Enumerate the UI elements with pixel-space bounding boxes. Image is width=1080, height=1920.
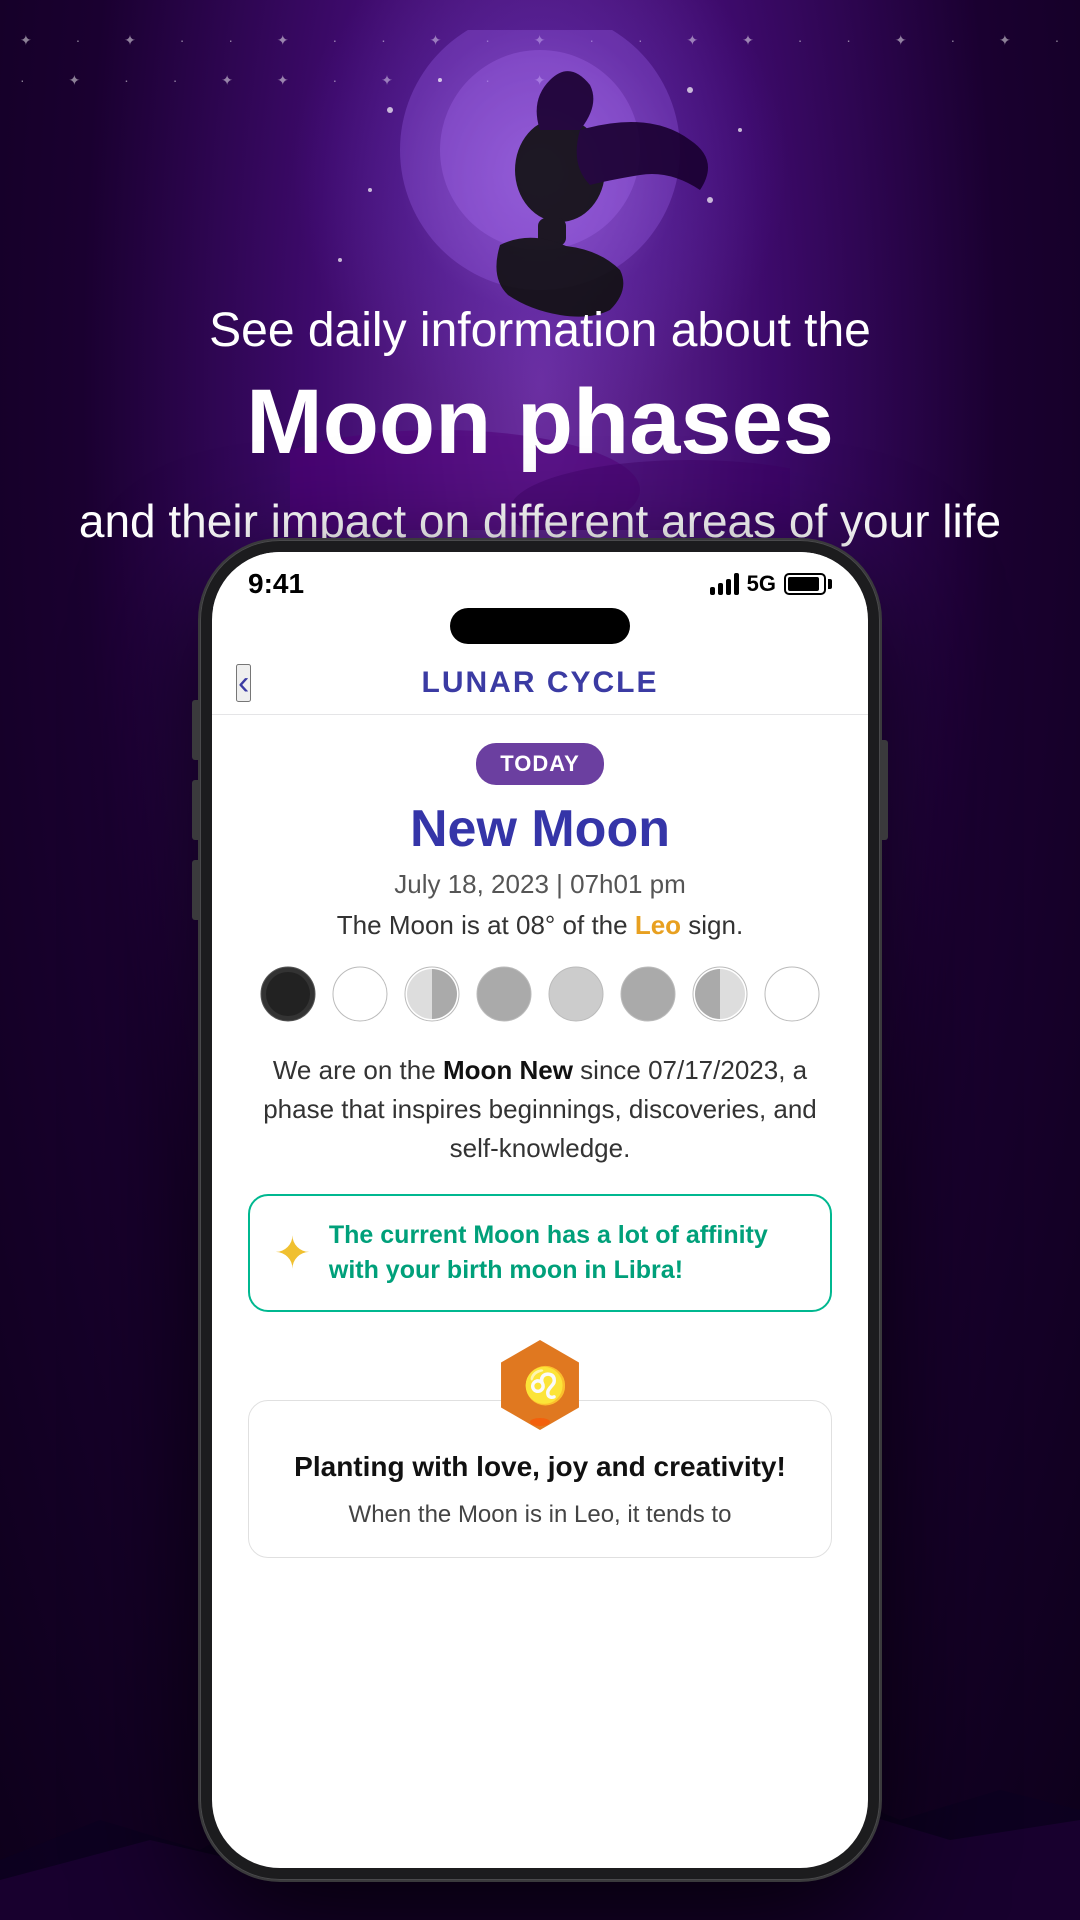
moon-sign-after: sign. <box>681 910 743 940</box>
affinity-text: The current Moon has a lot of affinity w… <box>329 1218 806 1288</box>
moon-icon-new <box>259 965 317 1023</box>
leo-symbol-svg: ♌ <box>515 1360 565 1410</box>
battery-fill <box>788 577 819 591</box>
battery-indicator <box>784 573 832 595</box>
moon-date: July 18, 2023 | 07h01 pm <box>248 869 832 900</box>
sparkle-icon: ✦ <box>274 1228 311 1279</box>
moon-sign-before: The Moon is at 08° of the <box>337 910 635 940</box>
moon-icon-waning-gibbous <box>619 965 677 1023</box>
signal-bar-3 <box>726 579 731 595</box>
status-time: 9:41 <box>248 568 304 600</box>
phone-screen: 9:41 5G <box>212 552 868 1868</box>
hero-title: Moon phases <box>60 372 1020 473</box>
bottom-card-title: Planting with love, joy and creativity! <box>277 1451 803 1483</box>
moon-icon-last-quarter <box>691 965 749 1023</box>
leo-badge-container: ♌ <box>248 1340 832 1430</box>
back-button[interactable]: ‹ <box>236 664 251 702</box>
leo-hexagon: ♌ <box>495 1340 585 1430</box>
battery-body <box>784 573 826 595</box>
moon-icon-waxing-gibbous <box>475 965 533 1023</box>
page-title: LUNAR CYCLE <box>422 666 659 700</box>
signal-bar-2 <box>718 583 723 595</box>
dynamic-island <box>450 608 630 644</box>
today-badge: TODAY <box>476 743 604 785</box>
phase-desc-bold: Moon New <box>443 1055 573 1085</box>
phase-desc-before: We are on the <box>273 1055 443 1085</box>
svg-text:♌: ♌ <box>523 1365 565 1406</box>
hero-subtitle: See daily information about the <box>60 300 1020 362</box>
signal-bar-4 <box>734 573 739 595</box>
moon-icon-waxing-crescent <box>331 965 389 1023</box>
app-content: TODAY New Moon July 18, 2023 | 07h01 pm … <box>212 715 868 1586</box>
status-icons: 5G <box>710 571 832 597</box>
moon-icon-waning-crescent <box>763 965 821 1023</box>
network-type: 5G <box>747 571 776 597</box>
moon-phase-name: New Moon <box>248 799 832 859</box>
moon-icon-first-quarter <box>403 965 461 1023</box>
status-bar: 9:41 5G <box>212 552 868 608</box>
phone-mockup: 9:41 5G <box>200 540 880 1880</box>
hero-section: See daily information about the Moon pha… <box>0 300 1080 552</box>
battery-tip <box>828 579 832 589</box>
signal-bars <box>710 573 739 595</box>
signal-bar-1 <box>710 587 715 595</box>
moon-phases-row <box>248 965 832 1023</box>
phone-outer-frame: 9:41 5G <box>200 540 880 1880</box>
moon-sign-text: The Moon is at 08° of the Leo sign. <box>248 910 832 941</box>
affinity-box: ✦ The current Moon has a lot of affinity… <box>248 1194 832 1312</box>
phase-description: We are on the Moon New since 07/17/2023,… <box>248 1051 832 1168</box>
moon-sign-highlight: Leo <box>635 910 681 940</box>
app-header: ‹ LUNAR CYCLE <box>212 652 868 715</box>
bottom-card-text: When the Moon is in Leo, it tends to <box>277 1497 803 1533</box>
moon-icon-full <box>547 965 605 1023</box>
